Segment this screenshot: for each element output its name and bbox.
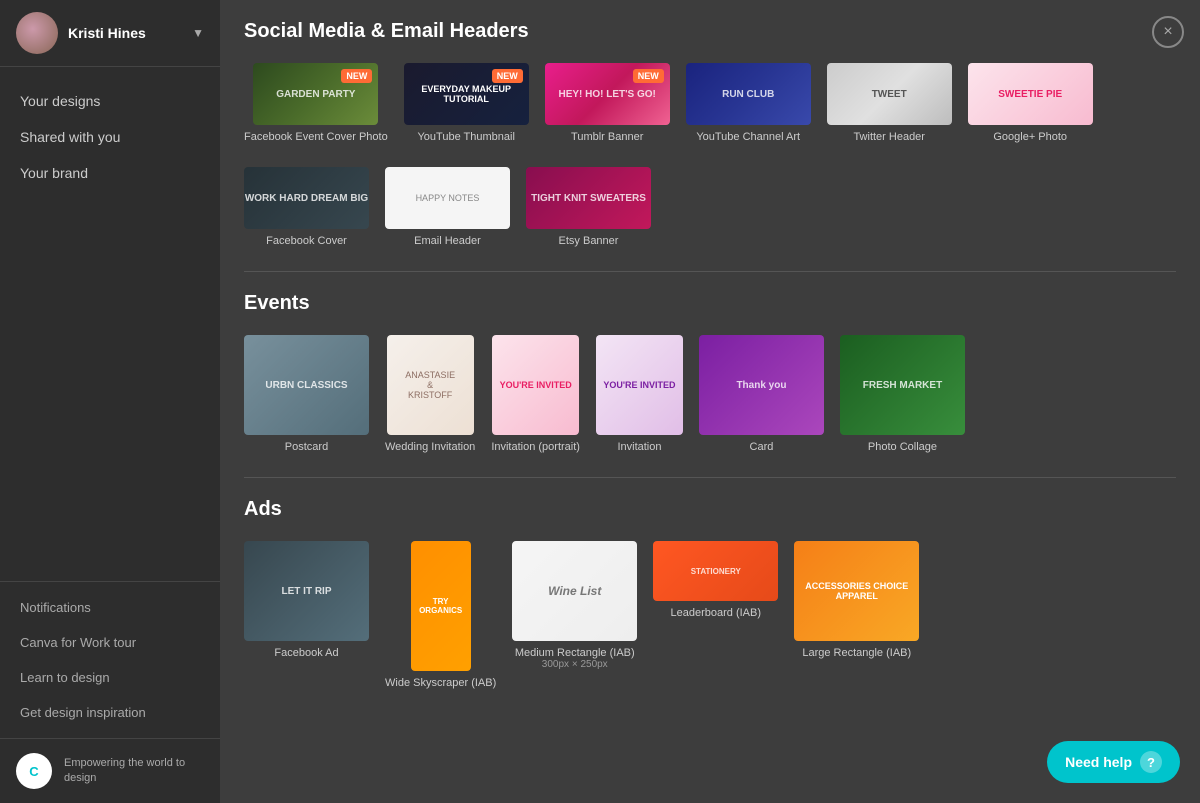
sidebar-header: Kristi Hines ▼ [0,0,220,67]
sidebar-item-your-brand[interactable]: Your brand [0,155,220,191]
template-facebook-ad[interactable]: LET IT RIP Facebook Ad [244,541,369,689]
sidebar-item-your-designs[interactable]: Your designs [0,83,220,119]
social-media-grid-2: WORK HARD DREAM BIG Facebook Cover HAPPY… [244,167,1176,247]
user-name: Kristi Hines [68,25,192,41]
template-label-facebook-event-cover: Facebook Event Cover Photo [244,131,388,143]
events-grid: URBN CLASSICS Postcard ANASTASIE&KRISTOF… [244,335,1176,453]
new-badge: NEW [492,69,523,83]
template-label-large-rectangle: Large Rectangle (IAB) [802,647,911,659]
template-youtube-thumbnail[interactable]: EVERYDAY MAKEUP TUTORIAL NEW YouTube Thu… [404,63,529,143]
template-label-card: Card [750,441,774,453]
template-photo-collage[interactable]: FRESH MARKET Photo Collage [840,335,965,453]
template-youtube-channel-art[interactable]: RUN CLUB YouTube Channel Art [686,63,811,143]
section-social-media: Social Media & Email Headers GARDEN PART… [244,20,1176,247]
template-label-invitation: Invitation [617,441,661,453]
template-facebook-cover[interactable]: WORK HARD DREAM BIG Facebook Cover [244,167,369,247]
template-label-youtube-channel-art: YouTube Channel Art [696,131,800,143]
sidebar-item-learn-to-design[interactable]: Learn to design [0,660,220,695]
sidebar-bottom: Notifications Canva for Work tour Learn … [0,581,220,738]
template-label-email-header: Email Header [414,235,481,247]
sidebar-nav: Your designs Shared with you Your brand [0,67,220,581]
template-wide-skyscraper[interactable]: TRY ORGANICS Wide Skyscraper (IAB) [385,541,496,689]
sidebar-item-get-design-inspiration[interactable]: Get design inspiration [0,695,220,730]
section-ads: Ads LET IT RIP Facebook Ad TRY ORGANICS … [244,498,1176,689]
template-label-facebook-ad: Facebook Ad [274,647,338,659]
template-google-plus-photo[interactable]: SWEETIE PIE Google+ Photo [968,63,1093,143]
avatar [16,12,58,54]
template-label-medium-rectangle: Medium Rectangle (IAB) [515,647,635,659]
main-content: × Social Media & Email Headers GARDEN PA… [220,0,1200,803]
template-wedding-invitation[interactable]: ANASTASIE&KRISTOFF Wedding Invitation [385,335,475,453]
template-invitation-portrait[interactable]: YOU'RE INVITED Invitation (portrait) [491,335,580,453]
template-sublabel-medium-rectangle: 300px × 250px [542,659,608,670]
new-badge: NEW [341,69,372,83]
template-label-wide-skyscraper: Wide Skyscraper (IAB) [385,677,496,689]
template-label-photo-collage: Photo Collage [868,441,937,453]
template-label-tumblr-banner: Tumblr Banner [571,131,643,143]
need-help-button[interactable]: Need help ? [1047,741,1180,783]
help-icon: ? [1140,751,1162,773]
template-email-header[interactable]: HAPPY NOTES Email Header [385,167,510,247]
canva-logo: C [16,753,52,789]
template-twitter-header[interactable]: TWEET Twitter Header [827,63,952,143]
sidebar-item-notifications[interactable]: Notifications [0,590,220,625]
close-button[interactable]: × [1152,16,1184,48]
section-title-social-media: Social Media & Email Headers [244,20,1176,43]
footer-tagline: Empowering the world to design [64,756,204,787]
sidebar-footer: C Empowering the world to design [0,738,220,803]
template-leaderboard[interactable]: STATIONERY Leaderboard (IAB) [653,541,778,689]
social-media-grid: GARDEN PARTY NEW Facebook Event Cover Ph… [244,63,1176,143]
sidebar-item-shared-with-you[interactable]: Shared with you [0,119,220,155]
new-badge: NEW [633,69,664,83]
template-large-rectangle[interactable]: ACCESSORIES CHOICE APPAREL Large Rectang… [794,541,919,689]
template-label-etsy-banner: Etsy Banner [559,235,619,247]
template-label-google-plus-photo: Google+ Photo [993,131,1067,143]
template-label-facebook-cover: Facebook Cover [266,235,347,247]
template-label-invitation-portrait: Invitation (portrait) [491,441,580,453]
ads-grid: LET IT RIP Facebook Ad TRY ORGANICS Wide… [244,541,1176,689]
template-label-youtube-thumbnail: YouTube Thumbnail [417,131,514,143]
sidebar: Kristi Hines ▼ Your designs Shared with … [0,0,220,803]
section-title-events: Events [244,292,1176,315]
template-etsy-banner[interactable]: TIGHT KNIT SWEATERS Etsy Banner [526,167,651,247]
template-invitation[interactable]: YOU'RE INVITED Invitation [596,335,683,453]
template-card[interactable]: Thank you Card [699,335,824,453]
section-title-ads: Ads [244,498,1176,521]
chevron-down-icon[interactable]: ▼ [192,26,204,40]
template-label-twitter-header: Twitter Header [853,131,925,143]
template-label-leaderboard: Leaderboard (IAB) [671,607,762,619]
template-label-postcard: Postcard [285,441,328,453]
template-medium-rectangle[interactable]: Wine List Medium Rectangle (IAB) 300px ×… [512,541,637,689]
template-tumblr-banner[interactable]: HEY! HO! LET'S GO! NEW Tumblr Banner [545,63,670,143]
template-postcard[interactable]: URBN CLASSICS Postcard [244,335,369,453]
template-facebook-event-cover[interactable]: GARDEN PARTY NEW Facebook Event Cover Ph… [244,63,388,143]
section-events: Events URBN CLASSICS Postcard ANASTASIE&… [244,292,1176,453]
template-label-wedding-invitation: Wedding Invitation [385,441,475,453]
need-help-label: Need help [1065,754,1132,770]
sidebar-item-canva-work-tour[interactable]: Canva for Work tour [0,625,220,660]
